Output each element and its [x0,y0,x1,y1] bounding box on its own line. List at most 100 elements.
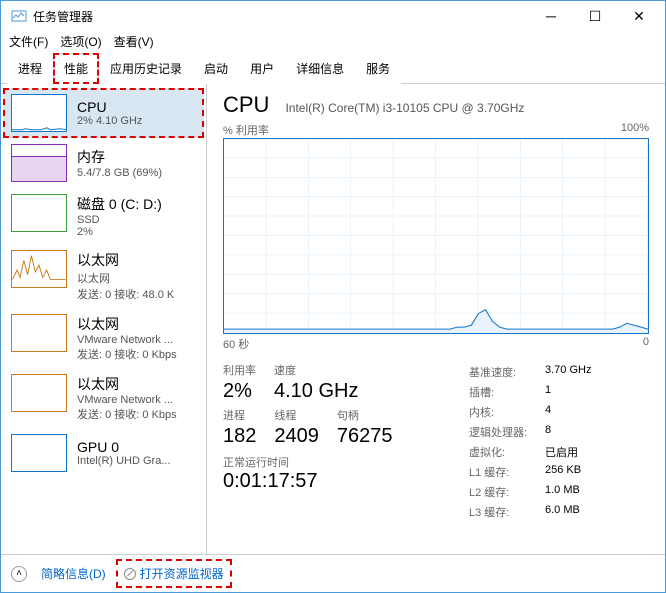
menu-file[interactable]: 文件(F) [9,33,48,50]
sidebar-sub: SSD [77,214,162,226]
minimize-button[interactable]: ─ [529,1,573,31]
menubar: 文件(F) 选项(O) 查看(V) [1,31,665,52]
chart-ymax: 100% [621,122,649,138]
main-header: CPU Intel(R) Core(TM) i3-10105 CPU @ 3.7… [223,92,649,118]
tab-services[interactable]: 服务 [355,53,401,84]
cpu-model: Intel(R) Core(TM) i3-10105 CPU @ 3.70GHz [285,101,524,115]
sidebar-sub2: 发送: 0 接收: 0 Kbps [77,406,177,422]
chevron-up-icon[interactable]: ˄ [11,566,27,582]
spec-row: 基准速度:3.70 GHz [469,362,649,382]
gpu-thumb-icon [11,434,67,472]
sidebar-label: CPU [77,99,142,115]
spec-row: 逻辑处理器:8 [469,422,649,442]
sidebar-item-ethernet-0[interactable]: 以太网 以太网 发送: 0 接收: 48.0 K [3,244,204,308]
sidebar-label: 以太网 [77,250,174,270]
tab-startup[interactable]: 启动 [193,53,239,84]
spec-row: L1 缓存:256 KB [469,462,649,482]
disk-thumb-icon [11,194,67,232]
sidebar-sub: 5.4/7.8 GB (69%) [77,167,162,179]
sidebar-sub: 2% 4.10 GHz [77,115,142,127]
thread-label: 线程 [274,407,319,423]
maximize-button[interactable]: ☐ [573,1,617,31]
sidebar-sub: 以太网 [77,270,174,286]
spec-val: 8 [545,424,551,440]
spec-val: 已启用 [545,444,578,460]
spec-key: 虚拟化: [469,444,545,460]
chart-ylabel: % 利用率 [223,122,269,138]
spec-val: 4 [545,404,551,420]
sidebar-item-ethernet-2[interactable]: 以太网 VMware Network ... 发送: 0 接收: 0 Kbps [3,368,204,428]
sidebar-item-memory[interactable]: 内存 5.4/7.8 GB (69%) [3,138,204,188]
cpu-specs: 基准速度:3.70 GHz插槽:1内核:4逻辑处理器:8虚拟化:已启用L1 缓存… [469,362,649,522]
sidebar-label: 内存 [77,147,162,167]
spec-row: L2 缓存:1.0 MB [469,482,649,502]
window-title: 任务管理器 [33,8,529,25]
titlebar: 任务管理器 ─ ☐ ✕ [1,1,665,31]
spec-row: 内核:4 [469,402,649,422]
sidebar-label: 磁盘 0 (C: D:) [77,194,162,214]
chart-xmax: 60 秒 [223,336,249,352]
spec-key: L1 缓存: [469,464,545,480]
main-panel: CPU Intel(R) Core(TM) i3-10105 CPU @ 3.7… [207,84,665,554]
spec-val: 6.0 MB [545,504,580,520]
handle-label: 句柄 [337,407,393,423]
ethernet-thumb-icon [11,374,67,412]
spec-val: 1 [545,384,551,400]
sidebar-label: 以太网 [77,374,177,394]
tab-bar: 进程 性能 应用历史记录 启动 用户 详细信息 服务 [1,52,665,84]
app-icon [11,8,27,24]
sidebar-item-cpu[interactable]: CPU 2% 4.10 GHz [3,88,204,138]
spec-key: 逻辑处理器: [469,424,545,440]
uptime-value: 0:01:17:57 [223,470,449,493]
spec-key: 内核: [469,404,545,420]
tab-users[interactable]: 用户 [239,53,285,84]
ethernet-thumb-icon [11,250,67,288]
speed-label: 速度 [274,362,358,378]
cpu-chart [223,138,649,334]
tab-app-history[interactable]: 应用历史记录 [99,53,193,84]
stats-area: 利用率2% 速度4.10 GHz 进程182 线程2409 句柄76275 正常… [223,362,649,522]
util-value: 2% [223,380,256,403]
sidebar-item-ethernet-1[interactable]: 以太网 VMware Network ... 发送: 0 接收: 0 Kbps [3,308,204,368]
handle-value: 76275 [337,425,393,448]
spec-val: 256 KB [545,464,581,480]
proc-label: 进程 [223,407,256,423]
chart-xmin: 0 [643,336,649,352]
main-title: CPU [223,92,269,118]
menu-view[interactable]: 查看(V) [114,33,154,50]
sidebar-sub: VMware Network ... [77,334,177,346]
tab-performance[interactable]: 性能 [53,53,99,84]
ethernet-thumb-icon [11,314,67,352]
spec-key: L3 缓存: [469,504,545,520]
spec-key: 插槽: [469,384,545,400]
sidebar-sub: Intel(R) UHD Gra... [77,455,171,467]
spec-key: L2 缓存: [469,484,545,500]
sidebar-sub2: 发送: 0 接收: 48.0 K [77,286,174,302]
sidebar-item-gpu[interactable]: GPU 0 Intel(R) UHD Gra... [3,428,204,478]
cpu-thumb-icon [11,94,67,132]
tab-processes[interactable]: 进程 [7,53,53,84]
menu-options[interactable]: 选项(O) [60,33,101,50]
sidebar-sub2: 发送: 0 接收: 0 Kbps [77,346,177,362]
spec-row: 插槽:1 [469,382,649,402]
close-button[interactable]: ✕ [617,1,661,31]
sidebar-sub: VMware Network ... [77,394,177,406]
spec-val: 3.70 GHz [545,364,591,380]
spec-key: 基准速度: [469,364,545,380]
proc-value: 182 [223,425,256,448]
memory-thumb-icon [11,144,67,182]
spec-val: 1.0 MB [545,484,580,500]
open-resmon-link[interactable]: 打开资源监视器 [120,563,228,584]
sidebar-label: 以太网 [77,314,177,334]
sidebar-item-disk[interactable]: 磁盘 0 (C: D:) SSD 2% [3,188,204,244]
thread-value: 2409 [274,425,319,448]
tab-details[interactable]: 详细信息 [285,53,355,84]
sidebar-label: GPU 0 [77,439,171,455]
util-label: 利用率 [223,362,256,378]
sidebar-sub2: 2% [77,226,162,238]
resmon-icon [124,568,136,580]
spec-row: L3 缓存:6.0 MB [469,502,649,522]
footer: ˄ 简略信息(D) 打开资源监视器 [1,554,665,592]
speed-value: 4.10 GHz [274,380,358,403]
fewer-details-link[interactable]: 简略信息(D) [41,565,106,582]
